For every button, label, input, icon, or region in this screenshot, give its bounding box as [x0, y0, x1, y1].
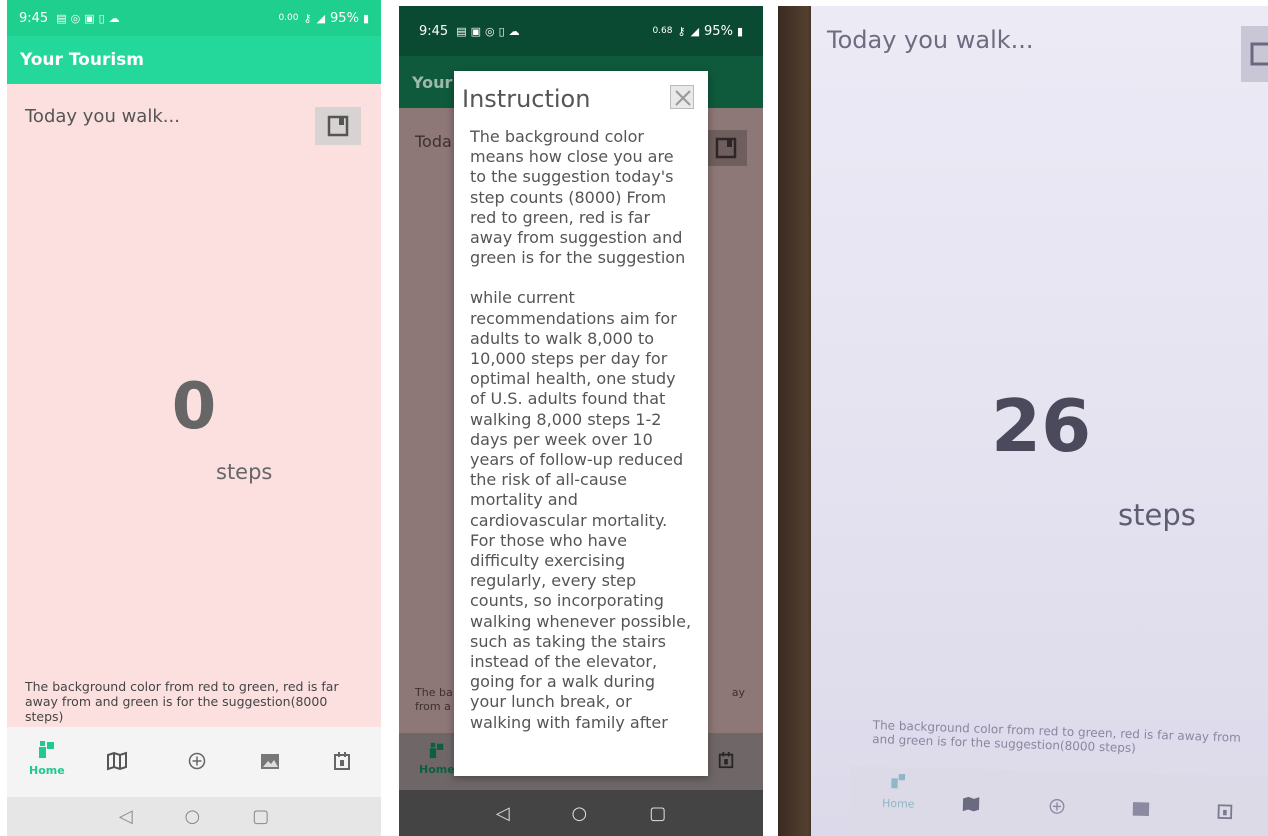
- nav-map[interactable]: [106, 751, 128, 771]
- nav-home[interactable]: Home: [882, 771, 915, 811]
- signal-icon: ◢: [690, 24, 700, 38]
- nav-map[interactable]: [960, 795, 982, 814]
- key-icon: ⚷: [677, 24, 686, 38]
- step-unit: steps: [216, 460, 273, 484]
- instruction-dialog: Instruction The background color means h…: [454, 71, 708, 776]
- recents-icon[interactable]: ▢: [649, 803, 666, 824]
- map-icon: [107, 751, 127, 771]
- panel-home-photo: Today you walk... 26 steps The backgroun…: [778, 6, 1268, 836]
- signal-icon: ◢: [316, 11, 326, 25]
- home-circle-icon[interactable]: ○: [185, 806, 201, 827]
- dialog-paragraph-2: while current recommendations aim for ad…: [470, 288, 692, 732]
- gallery-icon: [261, 754, 279, 769]
- add-icon: [188, 752, 206, 770]
- step-count: 0: [171, 370, 217, 444]
- status-bar: 9:45 ▤◎▣▯☁ 0.00 ⚷ ◢ 95% ▮: [7, 0, 381, 36]
- today-prompt: Today you walk...: [25, 106, 180, 127]
- battery-level: 95%: [330, 10, 359, 26]
- nav-add[interactable]: [1048, 797, 1066, 815]
- nav-home-label: Home: [881, 796, 915, 811]
- home-icon: [891, 773, 906, 789]
- dialog-title: Instruction: [462, 85, 591, 113]
- battery-level: 95%: [704, 23, 733, 39]
- app-title: Your Tourism: [7, 36, 381, 84]
- system-navigation: ◁ ○ ▢: [7, 797, 381, 836]
- nav-home: Home: [419, 741, 455, 776]
- close-icon: [675, 90, 691, 106]
- instruction-button[interactable]: [315, 107, 361, 145]
- back-icon[interactable]: ◁: [496, 803, 510, 824]
- instruction-button-dimmed: [705, 130, 747, 166]
- notification-icons: ▤▣◎▯☁: [456, 24, 524, 38]
- home-icon: [38, 741, 54, 758]
- home-icon: [429, 742, 444, 759]
- dialog-close-button[interactable]: [670, 85, 694, 109]
- status-bar: 9:45 ▤▣◎▯☁ 0.68 ⚷ ◢ 95% ▮: [399, 6, 763, 56]
- system-navigation: ◁ ○ ▢: [399, 790, 763, 836]
- nav-add[interactable]: [187, 751, 207, 771]
- dialog-paragraph-1: The background color means how close you…: [470, 127, 686, 268]
- home-circle-icon[interactable]: ○: [572, 803, 588, 824]
- bookmark-icon: [1250, 42, 1268, 66]
- screenshot-stage: 9:45 ▤◎▣▯☁ 0.00 ⚷ ◢ 95% ▮ Your Tourism T…: [0, 0, 1268, 836]
- notification-icons: ▤◎▣▯☁: [56, 11, 124, 25]
- panel-instruction-dialog: 9:45 ▤▣◎▯☁ 0.68 ⚷ ◢ 95% ▮ Your Toda The …: [399, 6, 763, 836]
- bookmark-icon: [327, 115, 349, 137]
- nav-home[interactable]: Home: [29, 739, 65, 777]
- nav-gallery[interactable]: [259, 751, 281, 771]
- nav-gallery[interactable]: [1130, 799, 1152, 818]
- net-speed: 0.68: [652, 26, 673, 36]
- color-legend-note: The background color from red to green, …: [25, 679, 339, 724]
- nav-calendar[interactable]: [1216, 802, 1234, 820]
- instruction-button[interactable]: [1241, 26, 1268, 82]
- add-icon: [1049, 798, 1065, 814]
- net-speed: 0.00: [278, 13, 299, 23]
- back-icon[interactable]: ◁: [119, 806, 133, 827]
- nav-calendar[interactable]: [332, 751, 352, 771]
- battery-icon: ▮: [736, 24, 743, 38]
- key-icon: ⚷: [303, 11, 312, 25]
- step-count: 26: [991, 384, 1092, 468]
- status-time: 9:45: [419, 23, 449, 39]
- today-prompt: Today you walk...: [827, 26, 1034, 54]
- gallery-icon: [1132, 802, 1150, 817]
- color-legend-note: The background color from red to green, …: [872, 718, 1242, 756]
- calendar-icon: [1217, 804, 1233, 820]
- bookmark-icon: [715, 137, 737, 159]
- nav-home-label: Home: [419, 763, 455, 776]
- recents-icon[interactable]: ▢: [252, 806, 269, 827]
- calendar-icon: [334, 752, 350, 770]
- battery-icon: ▮: [362, 11, 369, 25]
- dialog-body: The background color means how close you…: [470, 127, 692, 753]
- bottom-navigation: Home: [849, 766, 1268, 836]
- map-icon: [962, 796, 980, 812]
- today-prompt-dimmed: Toda: [415, 132, 452, 151]
- calendar-icon: [718, 751, 734, 769]
- nav-home-label: Home: [29, 764, 65, 777]
- bottom-navigation: Home: [7, 727, 381, 797]
- status-time: 9:45: [19, 10, 49, 26]
- step-unit: steps: [1118, 498, 1196, 532]
- nav-calendar: [717, 751, 735, 769]
- phone-screen: Today you walk... 26 steps The backgroun…: [811, 6, 1268, 836]
- panel-home-red: 9:45 ▤◎▣▯☁ 0.00 ⚷ ◢ 95% ▮ Your Tourism T…: [7, 0, 381, 836]
